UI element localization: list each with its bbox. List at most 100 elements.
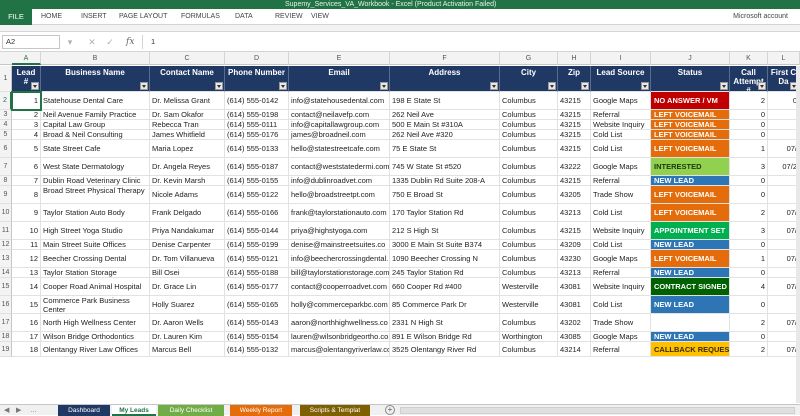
table-cell[interactable]: 0 (730, 176, 768, 186)
table-cell[interactable]: (614) 555-0155 (225, 176, 289, 186)
table-cell[interactable]: Dr. Angela Reyes (150, 158, 225, 176)
table-cell[interactable]: Referral (591, 342, 651, 357)
name-box-dropdown-icon[interactable]: ▾ (64, 35, 76, 49)
column-header-c[interactable]: C (150, 52, 225, 65)
table-cell[interactable]: 11 (12, 240, 41, 250)
row-header[interactable]: 2 (0, 92, 12, 110)
table-cell[interactable]: hello@broadstreetpt.com (289, 186, 390, 204)
table-cell[interactable]: Westerville (500, 296, 558, 314)
prev-sheet-icon[interactable]: ◀ (4, 405, 9, 416)
column-header-l[interactable]: L (768, 52, 800, 65)
table-cell[interactable]: James Whitfield (150, 130, 225, 140)
table-cell[interactable]: (614) 555-0142 (225, 92, 289, 110)
table-cell[interactable]: 212 S High St (390, 222, 500, 240)
cancel-icon[interactable]: ✕ (86, 35, 98, 49)
table-header-cell[interactable]: Zip (558, 66, 591, 92)
table-cell[interactable]: 0 (730, 332, 768, 342)
table-cell[interactable]: Columbus (500, 176, 558, 186)
table-cell[interactable]: North High Wellness Center (41, 314, 150, 332)
table-cell[interactable]: 0 (730, 268, 768, 278)
table-cell[interactable]: contact@cooperroadvet.com (289, 278, 390, 296)
status-cell[interactable]: LEFT VOICEMAIL (651, 250, 730, 268)
column-header-e[interactable]: E (289, 52, 390, 65)
table-cell[interactable]: Columbus (500, 342, 558, 357)
table-cell[interactable]: Taylor Station Storage (41, 268, 150, 278)
table-cell[interactable]: Cold List (591, 296, 651, 314)
row-header[interactable]: 12 (0, 240, 12, 250)
table-cell[interactable]: Beecher Crossing Dental (41, 250, 150, 268)
sheet-tab-my-leads[interactable]: My Leads (112, 405, 156, 416)
table-cell[interactable]: Frank Delgado (150, 204, 225, 222)
column-header-f[interactable]: F (390, 52, 500, 65)
table-cell[interactable]: 170 Taylor Station Rd (390, 204, 500, 222)
table-cell[interactable]: Taylor Station Auto Body (41, 204, 150, 222)
table-cell[interactable]: 43213 (558, 204, 591, 222)
table-cell[interactable]: 7 (12, 176, 41, 186)
table-cell[interactable]: 43215 (558, 176, 591, 186)
table-cell[interactable]: Holly Suarez (150, 296, 225, 314)
next-sheet-icon[interactable]: ▶ (16, 405, 21, 416)
table-cell[interactable]: Website Inquiry (591, 120, 651, 130)
sheet-tab-weekly-report[interactable]: Weekly Report (230, 405, 292, 416)
table-cell[interactable]: 43215 (558, 130, 591, 140)
row-header[interactable]: 4 (0, 120, 12, 130)
table-cell[interactable]: 12 (12, 250, 41, 268)
table-cell[interactable]: 18 (12, 342, 41, 357)
table-cell[interactable]: 43215 (558, 110, 591, 120)
table-cell[interactable]: Wilson Bridge Orthodontics (41, 332, 150, 342)
table-cell[interactable]: 3000 E Main St Suite B374 (390, 240, 500, 250)
table-cell[interactable]: 43215 (558, 222, 591, 240)
ribbon-tab-formulas[interactable]: FORMULAS (181, 9, 220, 25)
status-cell[interactable]: NEW LEAD (651, 240, 730, 250)
row-header[interactable]: 7 (0, 158, 12, 176)
filter-dropdown-icon[interactable] (548, 82, 556, 90)
table-cell[interactable]: 0 (730, 120, 768, 130)
column-header-d[interactable]: D (225, 52, 289, 65)
table-cell[interactable]: holly@commerceparkbc.com (289, 296, 390, 314)
table-header-cell[interactable]: Email (289, 66, 390, 92)
table-cell[interactable]: denise@mainstreetsuites.co (289, 240, 390, 250)
table-cell[interactable]: West State Dermatology (41, 158, 150, 176)
status-cell[interactable]: CALLBACK REQUEST (651, 342, 730, 357)
sheet-tab-scripts-templat[interactable]: Scripts & Templat (300, 405, 370, 416)
table-cell[interactable]: 43202 (558, 314, 591, 332)
sheet-tab-dashboard[interactable]: Dashboard (58, 405, 110, 416)
table-cell[interactable]: 9 (12, 204, 41, 222)
status-cell[interactable]: LEFT VOICEMAIL (651, 120, 730, 130)
table-cell[interactable]: Dr. Grace Lin (150, 278, 225, 296)
table-cell[interactable]: Website Inquiry (591, 222, 651, 240)
filter-dropdown-icon[interactable] (279, 82, 287, 90)
row-header[interactable]: 6 (0, 140, 12, 158)
table-cell[interactable]: (614) 555-0144 (225, 222, 289, 240)
table-cell[interactable]: Columbus (500, 222, 558, 240)
table-cell[interactable]: Referral (591, 268, 651, 278)
table-cell[interactable]: 2 (12, 110, 41, 120)
horizontal-scrollbar[interactable] (400, 407, 795, 414)
table-cell[interactable]: 2 (730, 92, 768, 110)
table-cell[interactable]: 43081 (558, 278, 591, 296)
table-cell[interactable]: james@broadneil.com (289, 130, 390, 140)
table-cell[interactable]: Columbus (500, 268, 558, 278)
table-cell[interactable]: 660 Cooper Rd #400 (390, 278, 500, 296)
table-cell[interactable]: bill@taylorstationstorage.com (289, 268, 390, 278)
status-cell[interactable]: LEFT VOICEMAIL (651, 186, 730, 204)
ribbon-tab-page-layout[interactable]: PAGE LAYOUT (119, 9, 167, 25)
table-cell[interactable]: Columbus (500, 120, 558, 130)
table-cell[interactable]: Referral (591, 110, 651, 120)
ribbon-tab-view[interactable]: VIEW (311, 9, 329, 25)
table-cell[interactable]: 75 E State St (390, 140, 500, 158)
table-cell[interactable]: (614) 555-0166 (225, 204, 289, 222)
status-cell[interactable]: INTERESTED (651, 158, 730, 176)
table-cell[interactable]: Cold List (591, 240, 651, 250)
table-cell[interactable]: Columbus (500, 314, 558, 332)
table-cell[interactable]: Dr. Tom Villanueva (150, 250, 225, 268)
vertical-scrollbar[interactable] (796, 66, 800, 403)
table-cell[interactable]: (614) 555-0165 (225, 296, 289, 314)
table-cell[interactable]: 8 (12, 186, 41, 204)
table-cell[interactable]: Columbus (500, 240, 558, 250)
table-cell[interactable]: Broad & Neil Consulting (41, 130, 150, 140)
table-cell[interactable]: 745 W State St #520 (390, 158, 500, 176)
table-cell[interactable]: Dublin Road Veterinary Clinic (41, 176, 150, 186)
filter-dropdown-icon[interactable] (490, 82, 498, 90)
table-cell[interactable]: (614) 555-0121 (225, 250, 289, 268)
